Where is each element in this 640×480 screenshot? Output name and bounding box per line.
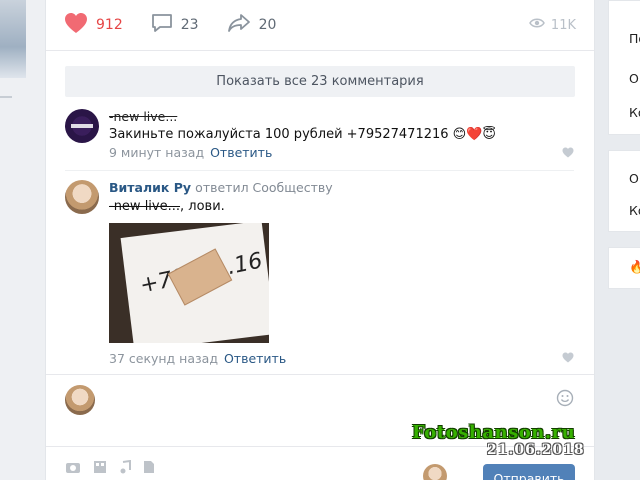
sender-avatar[interactable] <box>423 464 447 480</box>
mention[interactable]: -new live... <box>109 199 180 214</box>
comment-meta: 37 секунд назад Ответить <box>109 351 574 366</box>
comment-text-rest: , лови. <box>180 199 225 214</box>
views-count: 11K <box>550 17 576 33</box>
comment-input[interactable] <box>109 385 544 413</box>
right-box: 🔥 <box>608 247 640 289</box>
right-box-item[interactable]: По <box>629 31 640 46</box>
like-button[interactable]: 912 <box>64 12 123 38</box>
share-count: 20 <box>258 17 277 33</box>
camera-icon[interactable] <box>65 460 81 478</box>
avatar-logo <box>71 124 93 128</box>
share-button[interactable]: 20 <box>227 13 277 37</box>
document-icon[interactable] <box>143 460 155 478</box>
smile-icon[interactable] <box>556 389 574 411</box>
comment-item: Виталик Ру ответил Сообществу -new live.… <box>65 180 574 370</box>
comment-author[interactable]: Виталик Ру <box>109 180 191 195</box>
comment-time[interactable]: 9 минут назад <box>109 145 204 160</box>
avatar[interactable] <box>65 180 99 214</box>
left-sidebar-strip <box>0 0 45 480</box>
like-count: 912 <box>96 17 123 33</box>
watermark-site: Fotoshanson.ru <box>412 422 576 443</box>
comment-count: 23 <box>180 17 199 33</box>
comment-body: -new live... Закиньте пожалуйста 100 руб… <box>109 109 574 160</box>
comment-time[interactable]: 37 секунд назад <box>109 351 218 366</box>
comment-like-heart-icon[interactable] <box>562 352 574 367</box>
replied-to[interactable]: ответил Сообществу <box>195 180 332 195</box>
show-all-comments-button[interactable]: Показать все 23 комментария <box>65 66 575 97</box>
reply-link[interactable]: Ответить <box>224 351 286 366</box>
comment-text: Закиньте пожалуйста 100 рублей +79527471… <box>109 127 496 142</box>
actions-divider <box>46 50 594 51</box>
right-box-item[interactable]: Ко <box>629 105 640 120</box>
comment-item: -new live... Закиньте пожалуйста 100 руб… <box>65 109 574 169</box>
comment-icon <box>151 13 173 37</box>
right-column: По О Ко О Ко 🔥 <box>608 0 640 480</box>
avatar[interactable] <box>65 109 99 143</box>
left-thumbnail[interactable] <box>0 0 26 78</box>
views-counter: 11K <box>529 17 576 33</box>
reply-link[interactable]: Ответить <box>210 145 272 160</box>
right-box-item[interactable]: О <box>629 171 639 186</box>
left-divider <box>0 96 12 98</box>
comment-button[interactable]: 23 <box>151 13 199 37</box>
fire-icon[interactable]: 🔥 <box>629 259 640 275</box>
heart-icon <box>64 12 88 38</box>
comment-meta: 9 минут назад Ответить <box>109 145 574 160</box>
watermark-date: 21.06.2018 <box>487 442 585 458</box>
attach-toolbar <box>65 459 167 478</box>
attached-photo[interactable]: +7952…16 <box>109 223 269 343</box>
video-icon[interactable] <box>93 460 107 478</box>
comment-composer <box>65 383 574 417</box>
share-arrow-icon <box>227 13 251 37</box>
right-box: О Ко <box>608 150 640 232</box>
send-button[interactable]: Отправить <box>483 464 575 480</box>
music-icon[interactable] <box>119 459 131 478</box>
comment-like-heart-icon[interactable] <box>562 147 574 162</box>
eye-icon <box>529 17 545 33</box>
right-box: По О Ко <box>608 0 640 135</box>
comment-author[interactable]: -new live... <box>109 109 574 124</box>
post-card: 912 23 20 11K Показать все 23 комментари… <box>45 0 595 480</box>
post-actions: 912 23 20 11K <box>64 12 576 38</box>
right-box-item[interactable]: Ко <box>629 203 640 218</box>
avatar[interactable] <box>65 385 95 415</box>
comment-body: Виталик Ру ответил Сообществу -new live.… <box>109 180 574 366</box>
composer-divider <box>46 374 594 375</box>
comment-divider <box>65 170 574 171</box>
right-box-item[interactable]: О <box>629 71 639 86</box>
comment-text: -new live..., лови. <box>109 199 574 214</box>
